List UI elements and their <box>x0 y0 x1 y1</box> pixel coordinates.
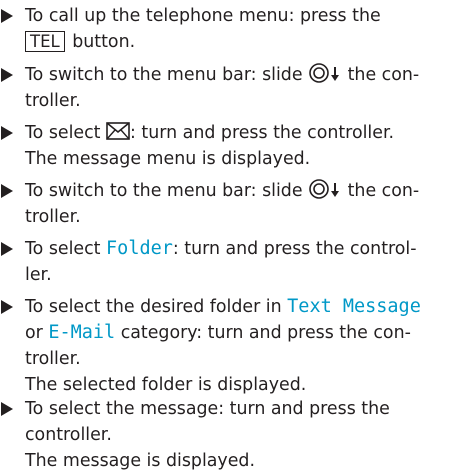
step-bullet-icon <box>1 184 13 198</box>
step-select-folder: To select Folder: turn and press the con… <box>0 236 460 288</box>
instruction-list: To call up the telephone menu: press the… <box>0 0 464 471</box>
step-result: The message menu is displayed. <box>25 149 311 169</box>
step-line: ler. <box>25 265 52 285</box>
step-select-envelope: To select : turn and press the controlle… <box>0 120 460 172</box>
step-line: troller. <box>25 349 81 369</box>
step-line: controller. <box>25 425 112 445</box>
step-select-folder-category: To select the desired folder in Text Mes… <box>0 294 460 398</box>
step-bullet-icon <box>1 402 13 416</box>
envelope-icon <box>106 122 130 140</box>
step-bullet-icon <box>1 126 13 140</box>
step-bullet-icon <box>1 242 13 256</box>
step-select-message: To select the message: turn and press th… <box>0 396 460 474</box>
step-bullet-icon <box>1 300 13 314</box>
step-result: The message is displayed. <box>25 451 255 471</box>
step-switch-menu-bar: To switch to the menu bar: slide the con… <box>0 62 460 114</box>
step-line: To select the message: turn and press th… <box>25 399 390 419</box>
step-bullet-icon <box>1 9 13 23</box>
email-category: E-Mail <box>48 322 116 343</box>
step-line: To switch to the menu bar: slide the con… <box>25 179 420 201</box>
controller-slide-down-icon <box>309 179 340 199</box>
controller-slide-down-icon <box>309 63 340 83</box>
tel-key: TEL <box>25 31 65 52</box>
folder-menu-item: Folder <box>106 238 173 259</box>
step-line: or E-Mail category: turn and press the c… <box>25 322 411 343</box>
step-line: troller. <box>25 91 81 111</box>
step-line: TEL button. <box>25 29 460 55</box>
step-line: To select : turn and press the controlle… <box>25 122 395 143</box>
step-line: To select the desired folder in Text Mes… <box>25 296 421 317</box>
step-call-telephone-menu: To call up the telephone menu: press the… <box>0 3 460 55</box>
text-message-category: Text Message <box>287 296 421 317</box>
step-line: To call up the telephone menu: press the <box>25 6 381 26</box>
step-line: To switch to the menu bar: slide the con… <box>25 63 420 85</box>
step-result: The selected folder is displayed. <box>25 375 307 395</box>
step-bullet-icon <box>1 68 13 82</box>
step-line: To select Folder: turn and press the con… <box>25 238 417 259</box>
step-line: troller. <box>25 207 81 227</box>
step-switch-menu-bar: To switch to the menu bar: slide the con… <box>0 178 460 230</box>
